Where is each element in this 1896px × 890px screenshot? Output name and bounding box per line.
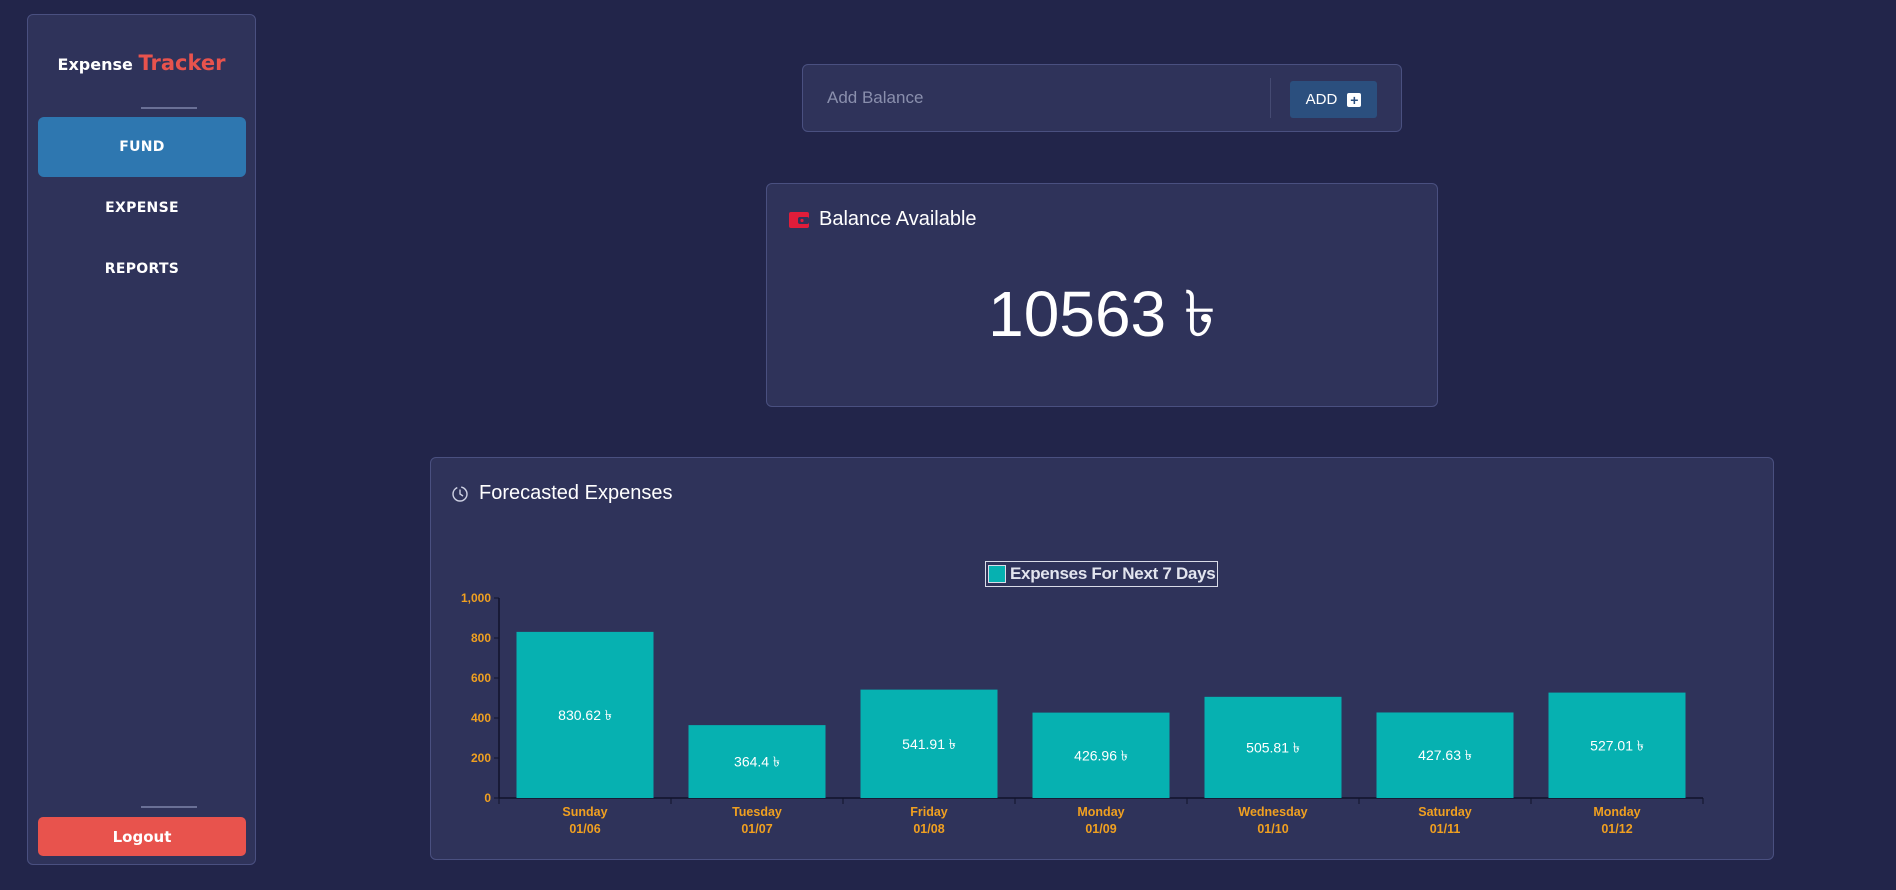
x-tick-label-day: Monday — [1593, 805, 1640, 819]
wallet-icon — [789, 211, 809, 228]
sidebar: Expense Tracker FUND EXPENSE REPORTS Log… — [27, 14, 256, 865]
y-tick-label: 400 — [471, 711, 491, 725]
y-tick-label: 1,000 — [461, 591, 491, 605]
x-tick-label-day: Wednesday — [1238, 805, 1307, 819]
x-tick-label-day: Saturday — [1418, 805, 1472, 819]
x-tick-label-day: Friday — [910, 805, 948, 819]
add-balance-button[interactable]: ADD + — [1290, 81, 1377, 118]
y-tick-label: 800 — [471, 631, 491, 645]
y-tick-label: 600 — [471, 671, 491, 685]
x-tick-label-date: 01/07 — [741, 822, 772, 836]
bar-value-label: 427.63 ৳ — [1418, 747, 1472, 763]
y-tick-label: 0 — [484, 791, 491, 805]
x-tick-label-date: 01/10 — [1257, 822, 1288, 836]
balance-amount: 10563 ৳ — [988, 278, 1216, 350]
app-brand: Expense Tracker — [28, 51, 255, 75]
x-tick-label-date: 01/09 — [1085, 822, 1116, 836]
x-tick-label-date: 01/06 — [569, 822, 600, 836]
bar-value-label: 830.62 ৳ — [558, 707, 612, 723]
bar-value-label: 426.96 ৳ — [1074, 747, 1128, 763]
brand-tracker: Tracker — [138, 51, 226, 75]
x-tick-label-day: Sunday — [562, 805, 607, 819]
forecast-bar-chart: 0 200 400 600 800 1,000 830.62 ৳ Sunday 01/06 364… — [461, 591, 1704, 836]
y-tick-label: 200 — [471, 751, 491, 765]
add-balance-input[interactable] — [813, 78, 1271, 118]
sidebar-item-reports[interactable]: REPORTS — [38, 239, 246, 299]
sidebar-divider-top — [141, 107, 197, 109]
balance-title: Balance Available — [819, 208, 977, 230]
add-balance-card: ADD + — [802, 64, 1402, 132]
bar-value-label: 364.4 ৳ — [734, 754, 780, 770]
logout-button[interactable]: Logout — [38, 817, 246, 856]
bar-value-label: 527.01 ৳ — [1590, 737, 1644, 753]
balance-card: Balance Available 10563 ৳ — [766, 183, 1438, 407]
x-tick-label-day: Monday — [1077, 805, 1124, 819]
brand-expense: Expense — [57, 55, 133, 74]
x-tick-label-date: 01/08 — [913, 822, 944, 836]
add-button-label: ADD — [1305, 91, 1338, 108]
sidebar-divider-bottom — [141, 806, 197, 808]
balance-header: Balance Available — [789, 208, 977, 231]
plus-square-icon: + — [1347, 92, 1362, 107]
forecast-card: Forecasted Expenses Expenses For Next 7 … — [430, 457, 1774, 860]
bar-value-label: 505.81 ৳ — [1246, 739, 1300, 755]
x-tick-label-date: 01/11 — [1430, 822, 1461, 836]
sidebar-item-expense[interactable]: EXPENSE — [38, 178, 246, 238]
x-tick-label-date: 01/12 — [1601, 822, 1632, 836]
sidebar-item-fund[interactable]: FUND — [38, 117, 246, 177]
bar-value-label: 541.91 ৳ — [902, 736, 956, 752]
x-tick-label-day: Tuesday — [732, 805, 782, 819]
